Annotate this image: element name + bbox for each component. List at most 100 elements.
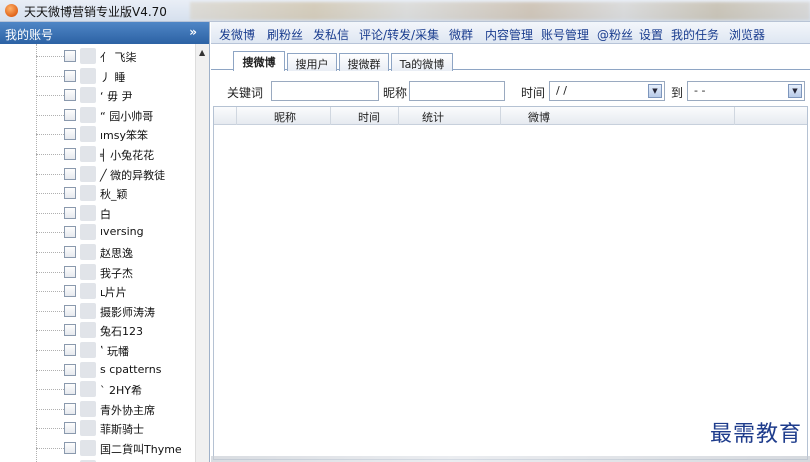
tab-2[interactable]: 搜微群 xyxy=(339,53,389,71)
date-to-picker[interactable]: - - ▼ xyxy=(687,81,805,101)
account-checkbox[interactable] xyxy=(64,324,76,337)
account-tree-item[interactable]: ւ片片 xyxy=(0,281,196,301)
account-tree-item[interactable]: ╡ 小兔花花 xyxy=(0,144,196,164)
account-panel-header: 我的账号 » xyxy=(0,22,209,44)
account-checkbox[interactable] xyxy=(64,148,76,160)
column-header[interactable]: 统计 xyxy=(422,109,444,125)
menu-item[interactable]: 发私信 xyxy=(313,26,349,43)
account-checkbox[interactable] xyxy=(64,206,76,219)
to-label: 到 xyxy=(671,86,684,100)
column-separator xyxy=(236,107,237,125)
account-name: 丿 睡 xyxy=(100,70,126,84)
account-checkbox[interactable] xyxy=(64,246,76,258)
account-checkbox[interactable] xyxy=(64,285,76,298)
account-tree-item[interactable]: ‘ 毋 尹 xyxy=(0,85,196,105)
column-separator xyxy=(500,107,501,125)
account-checkbox[interactable] xyxy=(64,226,76,239)
search-tabs: 搜微博 搜用户 搜微群 Ta的微博 xyxy=(211,50,810,71)
account-tree-scrollbar[interactable]: ▲ xyxy=(195,44,209,462)
account-tree-item[interactable]: 国二貨叫Thyme xyxy=(0,438,196,458)
avatar-icon xyxy=(80,48,96,64)
tab-3[interactable]: Ta的微博 xyxy=(391,53,453,71)
menu-item[interactable]: 评论/转发/采集 xyxy=(359,26,439,43)
account-checkbox[interactable] xyxy=(64,442,76,454)
tab-1[interactable]: 搜用户 xyxy=(287,53,337,71)
column-header[interactable]: 时间 xyxy=(358,109,380,125)
account-tree-item[interactable]: ` 2HY希 xyxy=(0,379,196,399)
account-tree-item[interactable]: ıversing xyxy=(0,222,196,242)
account-tree-item[interactable]: 菲斯骑士 xyxy=(0,418,196,438)
avatar-icon xyxy=(80,87,96,104)
column-header[interactable]: 微博 xyxy=(528,109,550,125)
account-tree-item[interactable]: 摄影师涛涛 xyxy=(0,301,196,321)
scroll-up-arrow-icon[interactable]: ▲ xyxy=(199,48,205,57)
tree-connector-line xyxy=(36,95,64,97)
menu-item[interactable]: 我的任务 xyxy=(671,26,719,43)
menu-item[interactable]: 设置 xyxy=(639,26,663,43)
results-grid[interactable]: 昵称 时间 统计 微博 xyxy=(213,106,808,460)
account-checkbox[interactable] xyxy=(64,50,76,62)
account-tree-item[interactable]: ımsy笨笨 xyxy=(0,124,196,144)
account-name: 白 xyxy=(100,207,111,221)
account-checkbox[interactable] xyxy=(64,69,76,82)
account-tree-item[interactable]: 兔石123 xyxy=(0,320,196,340)
account-checkbox[interactable] xyxy=(64,422,76,435)
nickname-label: 昵称 xyxy=(383,86,408,100)
menu-item[interactable]: 内容管理 xyxy=(485,26,533,43)
menu-item[interactable]: 微群 xyxy=(449,26,473,43)
menu-item[interactable]: 发微博 xyxy=(219,26,255,43)
date-from-dropdown-icon[interactable]: ▼ xyxy=(648,84,662,98)
tab-0[interactable]: 搜微博 xyxy=(233,51,285,71)
account-tree-item[interactable]: 我子杰 xyxy=(0,262,196,282)
tree-connector-line xyxy=(36,350,64,351)
account-tree-item[interactable]: ╱ 微的异教徒 xyxy=(0,164,196,184)
account-checkbox[interactable] xyxy=(64,383,76,396)
tree-connector-line xyxy=(36,369,64,371)
account-name: ` 2HY希 xyxy=(100,384,142,398)
account-tree-item[interactable]: 丿 睡 xyxy=(0,66,196,86)
date-from-picker[interactable]: / / ▼ xyxy=(549,81,665,101)
account-tree-item[interactable]: 白 xyxy=(0,203,196,223)
menu-item[interactable]: 账号管理 xyxy=(541,26,589,43)
main-panel: 发微博 刷粉丝 发私信 评论/转发/采集 微群 内容管理 账号管理 @粉丝 设置 我的任务 浏览器 … xyxy=(211,22,810,462)
account-checkbox[interactable] xyxy=(64,167,76,180)
account-tree-item[interactable]: 亻 飞柒 xyxy=(0,46,196,66)
avatar-icon xyxy=(80,224,96,241)
collapse-chevron-icon[interactable]: » xyxy=(189,25,197,39)
account-checkbox[interactable] xyxy=(64,363,76,376)
account-checkbox[interactable] xyxy=(64,402,76,415)
account-checkbox[interactable] xyxy=(64,187,76,200)
account-checkbox[interactable] xyxy=(64,128,76,141)
account-tree-item[interactable]: 青外协主席 xyxy=(0,399,196,419)
account-tree-item[interactable]: s cpatterns xyxy=(0,360,196,380)
bottom-scrollbar[interactable] xyxy=(211,456,810,462)
tree-connector-line xyxy=(36,193,64,195)
keyword-input[interactable] xyxy=(271,81,379,101)
account-tree-item[interactable]: 赵思逸 xyxy=(0,242,196,262)
account-tree-item[interactable]: “ 园小帅哥 xyxy=(0,105,196,125)
account-tree-item[interactable]: ʽ 玩幡 xyxy=(0,340,196,360)
account-tree-item[interactable]: 绿聊CONG xyxy=(0,458,196,462)
menu-item[interactable]: @粉丝 xyxy=(597,26,633,43)
account-tree-item[interactable]: 秋_颖 xyxy=(0,183,196,203)
nickname-input[interactable] xyxy=(409,81,505,101)
account-tree: 亻 飞柒丿 睡 ‘ 毋 尹 “ 园小帅哥 ımsy笨笨 ╡ 小兔花花 ╱ 微的异教徒 秋_颖… xyxy=(0,44,196,462)
account-checkbox[interactable] xyxy=(64,265,76,278)
menu-item[interactable]: 浏览器 xyxy=(729,26,765,43)
account-name: 我子杰 xyxy=(100,266,133,280)
account-checkbox[interactable] xyxy=(64,108,76,121)
account-name: ımsy笨笨 xyxy=(100,129,149,143)
account-name: “ 园小帅哥 xyxy=(100,109,154,123)
tree-connector-line xyxy=(36,232,64,234)
avatar-icon xyxy=(80,420,96,437)
account-name: ıversing xyxy=(100,225,144,239)
account-checkbox[interactable] xyxy=(64,89,76,102)
account-checkbox[interactable] xyxy=(64,344,76,356)
account-checkbox[interactable] xyxy=(64,304,76,317)
date-to-dropdown-icon[interactable]: ▼ xyxy=(788,84,802,98)
column-header[interactable]: 昵称 xyxy=(274,109,296,125)
app-logo-icon xyxy=(5,4,18,17)
menu-item[interactable]: 刷粉丝 xyxy=(267,26,303,43)
avatar-icon xyxy=(80,381,96,398)
avatar-icon xyxy=(80,283,96,300)
